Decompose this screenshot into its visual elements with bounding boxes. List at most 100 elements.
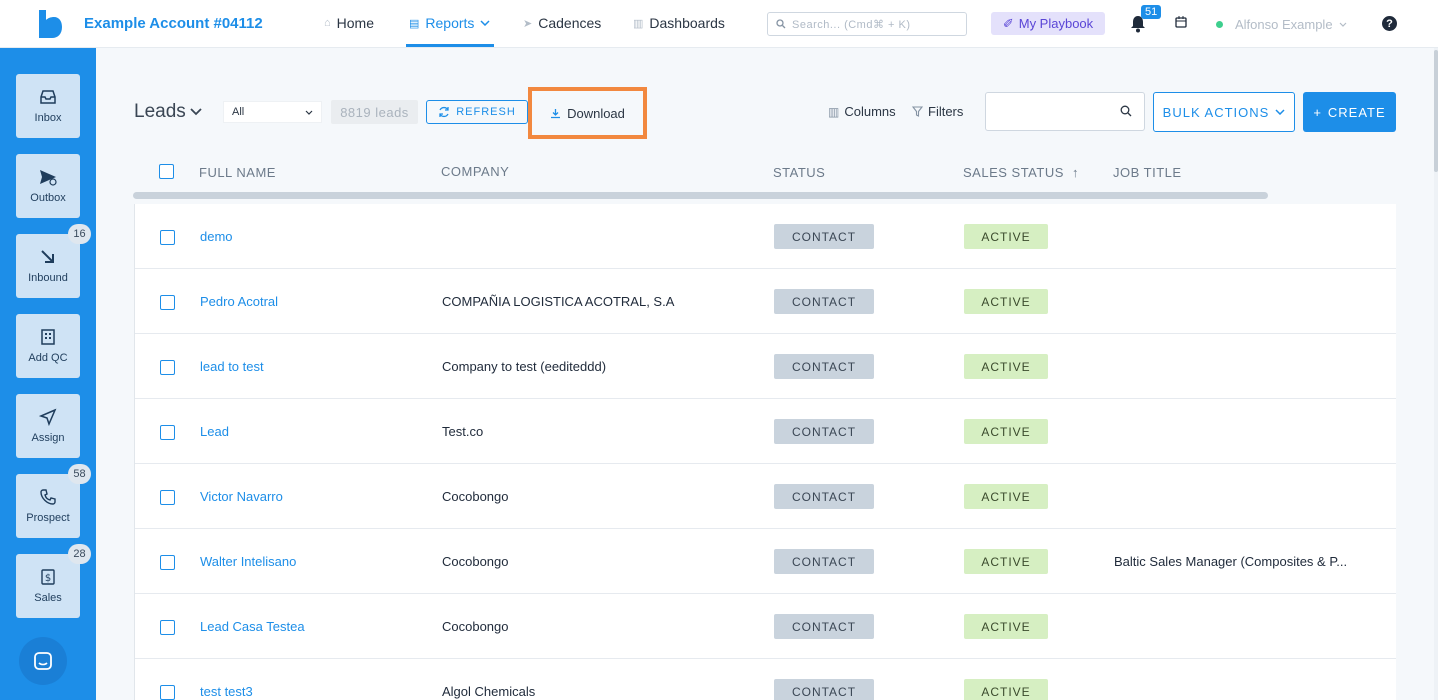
create-button[interactable]: + CREATE <box>1303 92 1396 132</box>
svg-text:$: $ <box>45 573 51 584</box>
filters-label: Filters <box>928 104 964 119</box>
chat-icon <box>34 652 52 670</box>
leads-search-input[interactable] <box>985 92 1145 131</box>
column-header-job-title[interactable]: JOB TITLE <box>1113 165 1182 180</box>
download-button[interactable]: Download <box>528 87 647 139</box>
sort-ascending-icon: ↑ <box>1072 165 1080 180</box>
lead-name-link[interactable]: Pedro Acotral <box>200 294 278 309</box>
table-header: FULL NAME COMPANY STATUS SALES STATUS ↑ … <box>134 155 1396 191</box>
table-row[interactable]: Lead Test.co CONTACT ACTIVE <box>135 399 1396 464</box>
select-all-checkbox[interactable] <box>159 164 174 179</box>
leads-count-badge: 8819 leads <box>331 100 418 124</box>
sales-status-badge: ACTIVE <box>964 484 1048 509</box>
leads-view-selector[interactable]: Leads <box>134 101 202 123</box>
row-checkbox[interactable] <box>160 360 175 375</box>
nav-dashboards-label: Dashboards <box>649 15 725 31</box>
columns-icon: ▥ <box>828 104 840 119</box>
row-checkbox[interactable] <box>160 295 175 310</box>
sidebar-item-assign[interactable]: Assign <box>16 394 80 458</box>
column-header-status[interactable]: STATUS <box>773 165 825 180</box>
nav-dashboards[interactable]: ▥ Dashboards <box>633 15 725 31</box>
search-icon <box>1120 105 1132 117</box>
filter-icon <box>912 106 923 117</box>
sidebar-item-label: Prospect <box>26 512 70 524</box>
nav-home[interactable]: ⌂ Home <box>324 15 374 31</box>
lead-name-link[interactable]: test test3 <box>200 684 253 699</box>
lead-name-link[interactable]: demo <box>200 229 233 244</box>
leads-filter-select[interactable]: All <box>223 101 322 123</box>
sales-status-badge: ACTIVE <box>964 354 1048 379</box>
lead-name-link[interactable]: Walter Intelisano <box>200 554 296 569</box>
table-row[interactable]: demo CONTACT ACTIVE <box>135 204 1396 269</box>
sidebar-item-add-qc[interactable]: Add QC <box>16 314 80 378</box>
user-menu[interactable]: Alfonso Example <box>1216 17 1347 32</box>
inbound-badge: 16 <box>68 224 91 244</box>
filters-button[interactable]: Filters <box>912 104 963 119</box>
table-row[interactable]: test test3 Algol Chemicals CONTACT ACTIV… <box>135 659 1396 700</box>
sales-badge: 28 <box>68 544 91 564</box>
row-checkbox[interactable] <box>160 425 175 440</box>
my-playbook-button[interactable]: ✐ My Playbook <box>991 12 1105 35</box>
column-header-sales-status[interactable]: SALES STATUS ↑ <box>963 165 1079 180</box>
columns-button[interactable]: ▥ Columns <box>828 104 896 119</box>
horizontal-scrollbar[interactable] <box>133 192 1268 199</box>
search-icon <box>776 19 786 29</box>
table-row[interactable]: Lead Casa Testea Cocobongo CONTACT ACTIV… <box>135 594 1396 659</box>
leads-table: demo CONTACT ACTIVE Pedro Acotral COMPAÑ… <box>134 204 1396 700</box>
sidebar-item-inbox[interactable]: Inbox <box>16 74 80 138</box>
job-title-cell: Baltic Sales Manager (Composites & P... <box>1114 554 1348 569</box>
column-header-company[interactable]: COMPANY <box>441 164 509 179</box>
nav-home-label: Home <box>336 15 375 31</box>
nav-cadences[interactable]: ➤ Cadences <box>523 15 601 31</box>
table-row[interactable]: Pedro Acotral COMPAÑIA LOGISTICA ACOTRAL… <box>135 269 1396 334</box>
nav-reports[interactable]: ▤ Reports <box>409 15 490 31</box>
chat-launcher-button[interactable] <box>19 637 67 685</box>
row-checkbox[interactable] <box>160 685 175 700</box>
calendar-icon[interactable] <box>1175 16 1187 31</box>
search-placeholder: Search... (Cmd⌘ + K) <box>792 18 911 31</box>
bulk-actions-button[interactable]: BULK ACTIONS <box>1153 92 1295 132</box>
help-icon[interactable]: ? <box>1382 16 1397 31</box>
lead-name-link[interactable]: Lead Casa Testea <box>200 619 305 634</box>
filter-select-value: All <box>232 106 245 118</box>
row-checkbox[interactable] <box>160 620 175 635</box>
column-header-full-name[interactable]: FULL NAME <box>199 165 276 180</box>
refresh-button[interactable]: REFRESH <box>426 100 528 124</box>
sidebar-item-label: Assign <box>31 432 65 444</box>
building-icon <box>41 329 55 345</box>
status-badge: CONTACT <box>774 679 874 700</box>
row-checkbox[interactable] <box>160 230 175 245</box>
status-badge: CONTACT <box>774 224 874 249</box>
row-checkbox[interactable] <box>160 555 175 570</box>
sidebar-item-sales[interactable]: $ Sales <box>16 554 80 618</box>
playbook-label: My Playbook <box>1018 16 1094 31</box>
row-checkbox[interactable] <box>160 490 175 505</box>
status-badge: CONTACT <box>774 614 874 639</box>
lead-name-link[interactable]: lead to test <box>200 359 264 374</box>
inbox-icon <box>40 90 56 104</box>
sales-status-badge: ACTIVE <box>964 289 1048 314</box>
vertical-scrollbar-thumb[interactable] <box>1434 50 1438 172</box>
app-logo-icon[interactable] <box>36 10 62 38</box>
sidebar-item-outbox[interactable]: Outbox <box>16 154 80 218</box>
account-name[interactable]: Example Account #04112 <box>84 15 263 32</box>
table-row[interactable]: Victor Navarro Cocobongo CONTACT ACTIVE <box>135 464 1396 529</box>
lead-name-link[interactable]: Lead <box>200 424 229 439</box>
sidebar-item-inbound[interactable]: Inbound <box>16 234 80 298</box>
status-badge: CONTACT <box>774 419 874 444</box>
chevron-down-icon <box>190 108 202 116</box>
user-name: Alfonso Example <box>1235 17 1333 32</box>
status-badge: CONTACT <box>774 484 874 509</box>
dollar-icon: $ <box>41 569 55 585</box>
lead-name-link[interactable]: Victor Navarro <box>200 489 283 504</box>
sales-status-badge: ACTIVE <box>964 679 1048 700</box>
company-cell: Algol Chemicals <box>442 684 536 699</box>
table-row[interactable]: Walter Intelisano Cocobongo CONTACT ACTI… <box>135 529 1396 594</box>
status-badge: CONTACT <box>774 289 874 314</box>
global-search-input[interactable]: Search... (Cmd⌘ + K) <box>767 12 967 36</box>
phone-icon <box>40 489 56 505</box>
sidebar-item-label: Sales <box>34 592 62 604</box>
sidebar-item-prospect[interactable]: Prospect <box>16 474 80 538</box>
status-badge: CONTACT <box>774 549 874 574</box>
table-row[interactable]: lead to test Company to test (eediteddd)… <box>135 334 1396 399</box>
